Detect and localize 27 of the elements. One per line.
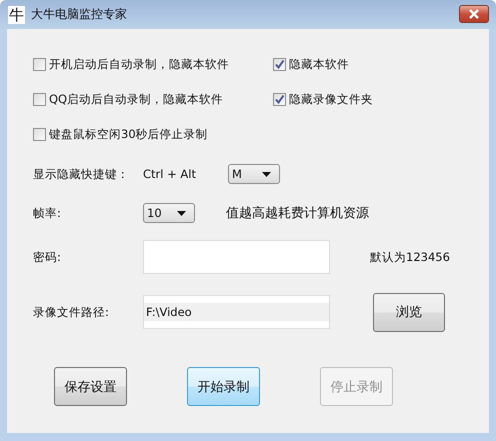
- frame-rate-dropdown[interactable]: 10: [143, 203, 195, 223]
- option-checkbox[interactable]: 开机启动后自动录制，隐藏本软件: [33, 55, 273, 73]
- hotkey-modifiers: Ctrl + Alt: [143, 167, 197, 181]
- password-note: 默认为123456: [370, 250, 450, 264]
- frame-rate-label: 帧率:: [33, 206, 62, 220]
- option-checkbox[interactable]: QQ启动后自动录制，隐藏本软件: [33, 90, 273, 108]
- option-checkbox[interactable]: 隐藏录像文件夹: [273, 90, 473, 108]
- option-checkbox[interactable]: 隐藏本软件: [273, 55, 473, 73]
- dropdown-arrow-icon: [177, 210, 186, 216]
- check-icon: [274, 58, 285, 70]
- close-icon: [467, 9, 481, 19]
- option-checkbox[interactable]: 键盘鼠标空闲30秒后停止录制: [33, 125, 273, 143]
- action-button[interactable]: 开始录制: [187, 367, 260, 406]
- password-label: 密码:: [33, 250, 62, 264]
- path-field[interactable]: F:\Video: [143, 295, 330, 329]
- path-label: 录像文件路径:: [33, 304, 110, 320]
- close-button[interactable]: [459, 5, 489, 23]
- check-icon: [274, 94, 285, 104]
- action-button[interactable]: 保存设置: [54, 367, 127, 406]
- window-title: 大牛电脑监控专家: [31, 6, 127, 23]
- dropdown-arrow-icon: [262, 172, 271, 176]
- frame-rate-note: 值越高越耗费计算机资源: [226, 205, 369, 222]
- hotkey-dropdown[interactable]: M: [228, 164, 280, 184]
- password-field[interactable]: [143, 240, 330, 274]
- browse-button[interactable]: 浏览: [373, 292, 445, 332]
- app-icon: 牛: [8, 6, 25, 24]
- hotkey-label: 显示隐藏快捷键：: [33, 166, 130, 182]
